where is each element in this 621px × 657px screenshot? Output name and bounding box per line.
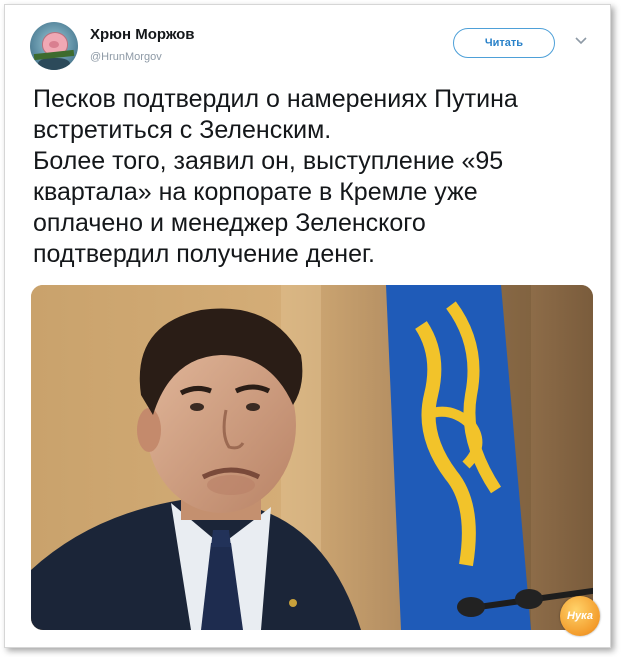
- pig-snout-shape: [49, 41, 59, 48]
- tweet-line: оплачено и менеджер Зеленского: [33, 209, 426, 237]
- follow-button[interactable]: Читать: [453, 28, 555, 58]
- tweet-line: Более того, заявил он, выступление «95: [33, 147, 504, 175]
- tweet-text: Песков подтвердил о намерениях Путина вс…: [33, 84, 593, 270]
- tweet-line: квартала» на корпорате в Кремле уже: [33, 178, 478, 206]
- photo-man-frowning-flag-icon: [31, 285, 593, 630]
- tweet-line: Песков подтвердил о намерениях Путина: [33, 85, 518, 113]
- author-name[interactable]: Хрюн Моржов: [90, 26, 194, 43]
- tweet-photo[interactable]: [31, 285, 593, 630]
- author-avatar[interactable]: [30, 22, 78, 70]
- tweet-line: подтвердил получение денег.: [33, 240, 375, 268]
- watermark-logo: Нука: [560, 596, 600, 636]
- author-handle[interactable]: @HrunMorgov: [90, 51, 162, 63]
- avatar-body-shape: [38, 58, 70, 70]
- tweet-line: встретиться с Зеленским.: [33, 116, 332, 144]
- chevron-down-icon[interactable]: [574, 36, 588, 46]
